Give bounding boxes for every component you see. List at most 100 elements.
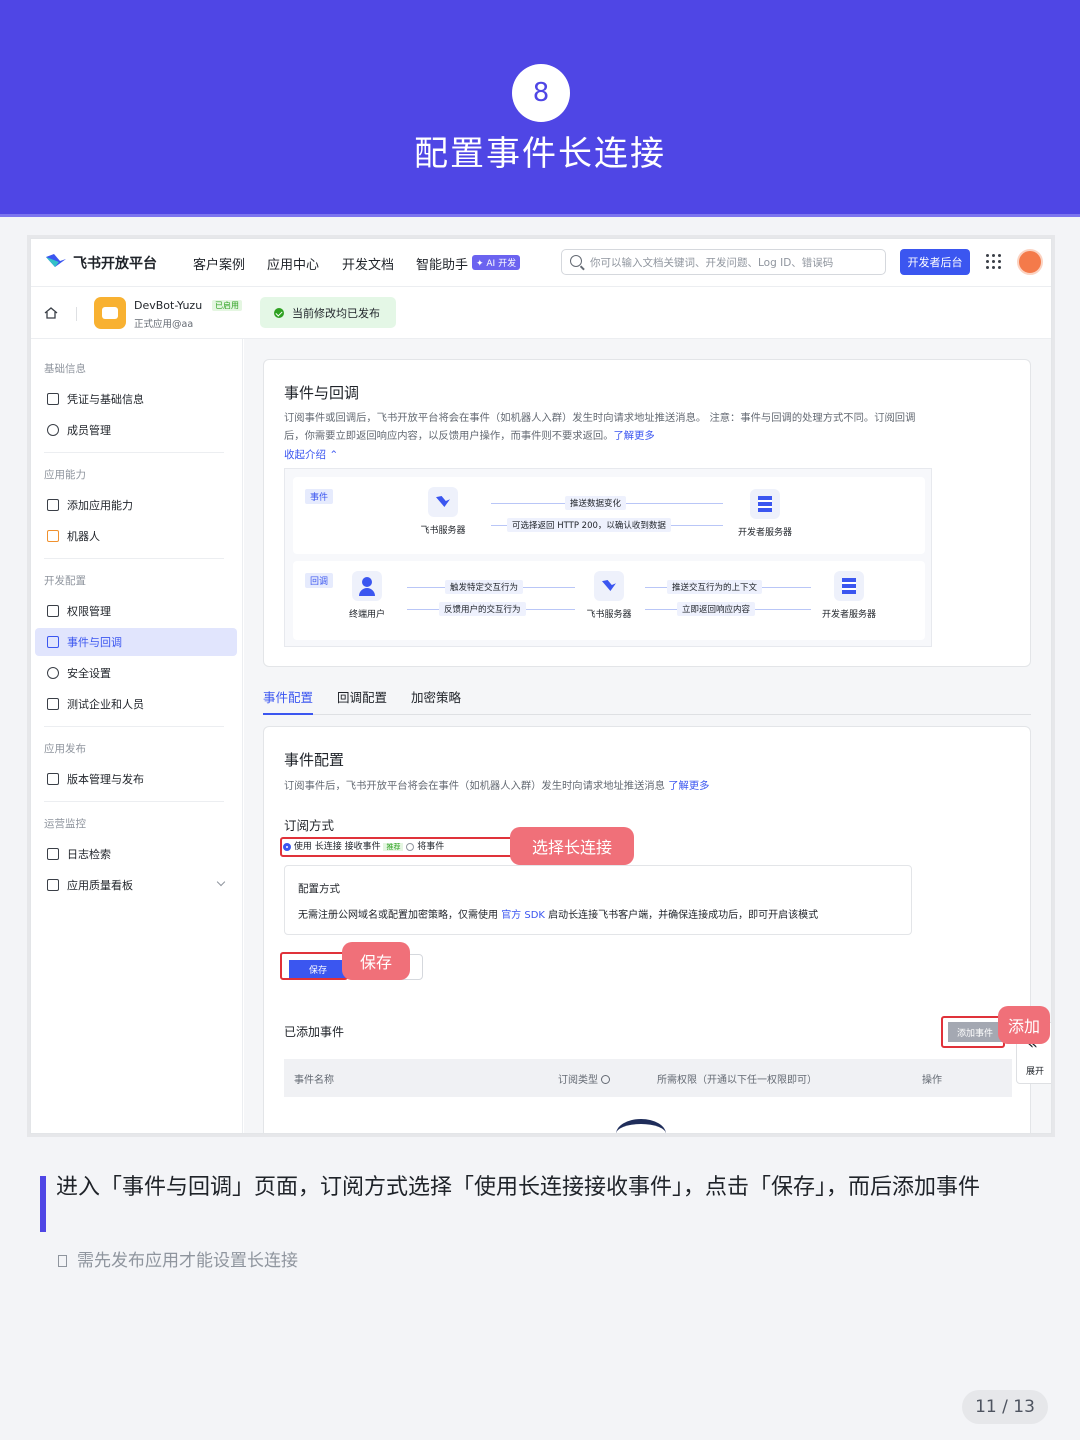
nav-link-app-center[interactable]: 应用中心 bbox=[267, 254, 319, 273]
tab-event-config[interactable]: 事件配置 bbox=[263, 687, 314, 715]
platform-screenshot: 飞书开放平台 客户案例 应用中心 开发文档 智能助手 ✦ AI 开发 你可以输入… bbox=[30, 238, 1052, 1134]
shield-icon bbox=[47, 667, 59, 679]
step-title: 配置事件长连接 bbox=[414, 134, 666, 174]
highlight-save bbox=[280, 952, 348, 980]
node-label: 终端用户 bbox=[348, 610, 385, 620]
th-permissions: 所需权限（开通以下任一权限即可） bbox=[657, 1075, 817, 1086]
nav-link-cases[interactable]: 客户案例 bbox=[193, 254, 245, 273]
sidebar-item-members[interactable]: 成员管理 bbox=[35, 416, 237, 444]
sidebar-item-test-tenant[interactable]: 测试企业和人员 bbox=[35, 690, 237, 718]
sidebar-divider bbox=[44, 801, 224, 802]
home-icon[interactable] bbox=[44, 307, 58, 319]
highlight-long-connection bbox=[280, 837, 520, 857]
app-subtitle: 正式应用@aa bbox=[134, 319, 194, 330]
user-icon bbox=[47, 424, 59, 436]
feishu-server-node: 飞书服务器 bbox=[413, 487, 473, 536]
collapse-intro-link[interactable]: 收起介绍 ⌃ bbox=[284, 447, 338, 462]
user-icon bbox=[352, 571, 382, 601]
app-header: DevBot-Yuzu 已启用 正式应用@aa 当前修改均已发布 bbox=[31, 287, 1051, 339]
learn-more-link[interactable]: 了解更多 bbox=[614, 430, 655, 442]
search-placeholder: 你可以输入文档关键词、开发问题、Log ID、错误码 bbox=[590, 257, 834, 269]
cb-push-ctx-label: 推送交互行为的上下文 bbox=[667, 580, 763, 594]
help-icon[interactable] bbox=[601, 1075, 610, 1084]
caption-accent-bar bbox=[40, 1176, 46, 1232]
sidebar-item-events-callbacks[interactable]: 事件与回调 bbox=[35, 628, 237, 656]
callback-tag: 回调 bbox=[305, 573, 334, 588]
chevron-up-icon: ⌃ bbox=[329, 449, 339, 461]
code-icon bbox=[47, 698, 59, 710]
platform-logo-text[interactable]: 飞书开放平台 bbox=[73, 253, 157, 273]
sidebar-item-credentials[interactable]: 凭证与基础信息 bbox=[35, 385, 237, 413]
config-method-title: 配置方式 bbox=[298, 883, 340, 895]
sidebar-item-label: 安全设置 bbox=[67, 667, 111, 680]
nav-link-assistant[interactable]: 智能助手 bbox=[416, 254, 468, 273]
callout-select-long: 选择长连接 bbox=[510, 827, 634, 865]
node-label: 飞书服务器 bbox=[586, 610, 632, 620]
end-user-node: 终端用户 bbox=[337, 571, 397, 620]
app-name: DevBot-Yuzu bbox=[134, 299, 203, 312]
sidebar-item-add-capability[interactable]: 添加应用能力 bbox=[35, 491, 237, 519]
sidebar-section-release: 应用发布 bbox=[44, 743, 86, 755]
header-divider bbox=[76, 307, 77, 321]
sidebar-section-basic: 基础信息 bbox=[44, 363, 86, 375]
expand-label: 展开 bbox=[1026, 1067, 1045, 1077]
user-avatar[interactable] bbox=[1017, 249, 1043, 275]
bar-chart-icon bbox=[47, 879, 59, 891]
sidebar-item-label: 添加应用能力 bbox=[67, 499, 133, 512]
callout-save: 保存 bbox=[342, 942, 410, 980]
cb-trigger-label: 触发特定交互行为 bbox=[445, 580, 524, 594]
tab-callback-config[interactable]: 回调配置 bbox=[337, 687, 387, 715]
sidebar-item-quality[interactable]: 应用质量看板 bbox=[35, 871, 237, 899]
id-card-icon bbox=[47, 393, 59, 405]
sidebar-section-ops: 运营监控 bbox=[44, 818, 86, 830]
callout-add: 添加 bbox=[998, 1006, 1050, 1044]
sidebar-item-logs[interactable]: 日志检索 bbox=[35, 840, 237, 868]
sdk-link[interactable]: 官方 SDK bbox=[501, 910, 545, 921]
doc-search-input[interactable]: 你可以输入文档关键词、开发问题、Log ID、错误码 bbox=[561, 249, 886, 275]
config-desc-pre: 无需注册公网域名或配置加密策略，仅需使用 bbox=[298, 910, 498, 921]
config-method-desc: 无需注册公网域名或配置加密策略，仅需使用 官方 SDK 启动长连接飞书客户端，并… bbox=[298, 906, 818, 921]
sidebar-item-label: 测试企业和人员 bbox=[67, 698, 144, 711]
lock-icon bbox=[47, 605, 59, 617]
event-config-title: 事件配置 bbox=[284, 751, 345, 769]
check-circle-icon bbox=[274, 308, 284, 318]
server-icon bbox=[750, 489, 780, 519]
feishu-server-node: 飞书服务器 bbox=[579, 571, 639, 620]
tab-encryption[interactable]: 加密策略 bbox=[411, 687, 461, 715]
log-search-icon bbox=[47, 848, 59, 860]
feishu-icon bbox=[594, 571, 624, 601]
search-icon bbox=[570, 255, 582, 267]
nav-link-docs[interactable]: 开发文档 bbox=[342, 254, 394, 273]
intro-description: 订阅事件或回调后，飞书开放平台将会在事件（如机器人入群）发生时向请求地址推送消息… bbox=[284, 409, 924, 445]
sidebar-item-label: 成员管理 bbox=[67, 424, 111, 437]
sidebar-item-permissions[interactable]: 权限管理 bbox=[35, 597, 237, 625]
intro-card: 事件与回调 订阅事件或回调后，飞书开放平台将会在事件（如机器人入群）发生时向请求… bbox=[263, 359, 1031, 667]
apps-grid-icon[interactable] bbox=[986, 254, 1001, 269]
event-lane: 事件 飞书服务器 推送数据变化 可选择返回 HTTP 200，以确认收到数据 开… bbox=[293, 477, 925, 554]
cb-feedback-label: 反馈用户的交互行为 bbox=[439, 602, 526, 616]
step-number: 8 bbox=[512, 64, 570, 122]
sidebar-item-bot[interactable]: 机器人 bbox=[35, 522, 237, 550]
sidebar-item-versions[interactable]: 版本管理与发布 bbox=[35, 765, 237, 793]
banner-divider bbox=[0, 214, 1080, 217]
added-events-title: 已添加事件 bbox=[284, 1025, 345, 1039]
sidebar-divider bbox=[44, 558, 224, 559]
step-note: 需先发布应用才能设置长连接 bbox=[58, 1246, 298, 1271]
sidebar-item-label: 应用质量看板 bbox=[67, 879, 133, 892]
sidebar-item-label: 机器人 bbox=[67, 530, 100, 543]
ai-dev-badge: ✦ AI 开发 bbox=[472, 255, 521, 270]
robot-app-icon bbox=[94, 297, 126, 329]
main-content: 事件与回调 订阅事件或回调后，飞书开放平台将会在事件（如机器人入群）发生时向请求… bbox=[244, 339, 1051, 1133]
event-tag: 事件 bbox=[305, 489, 334, 504]
developer-console-button[interactable]: 开发者后台 bbox=[900, 249, 970, 275]
learn-more-link[interactable]: 了解更多 bbox=[668, 780, 709, 792]
config-desc-post: 启动长连接飞书客户端，并确保连接成功后，即可开启该模式 bbox=[548, 910, 819, 921]
callback-lane: 回调 终端用户 触发特定交互行为 反馈用户的交互行为 飞书服务器 推送交互行为的… bbox=[293, 561, 925, 640]
step-note-text: 需先发布应用才能设置长连接 bbox=[77, 1251, 298, 1271]
event-icon bbox=[47, 636, 59, 648]
chevron-down-icon bbox=[216, 877, 226, 887]
highlight-add-event bbox=[941, 1016, 1005, 1048]
intro-title: 事件与回调 bbox=[284, 384, 360, 402]
sidebar-item-security[interactable]: 安全设置 bbox=[35, 659, 237, 687]
publish-status-pill: 当前修改均已发布 bbox=[260, 297, 396, 328]
